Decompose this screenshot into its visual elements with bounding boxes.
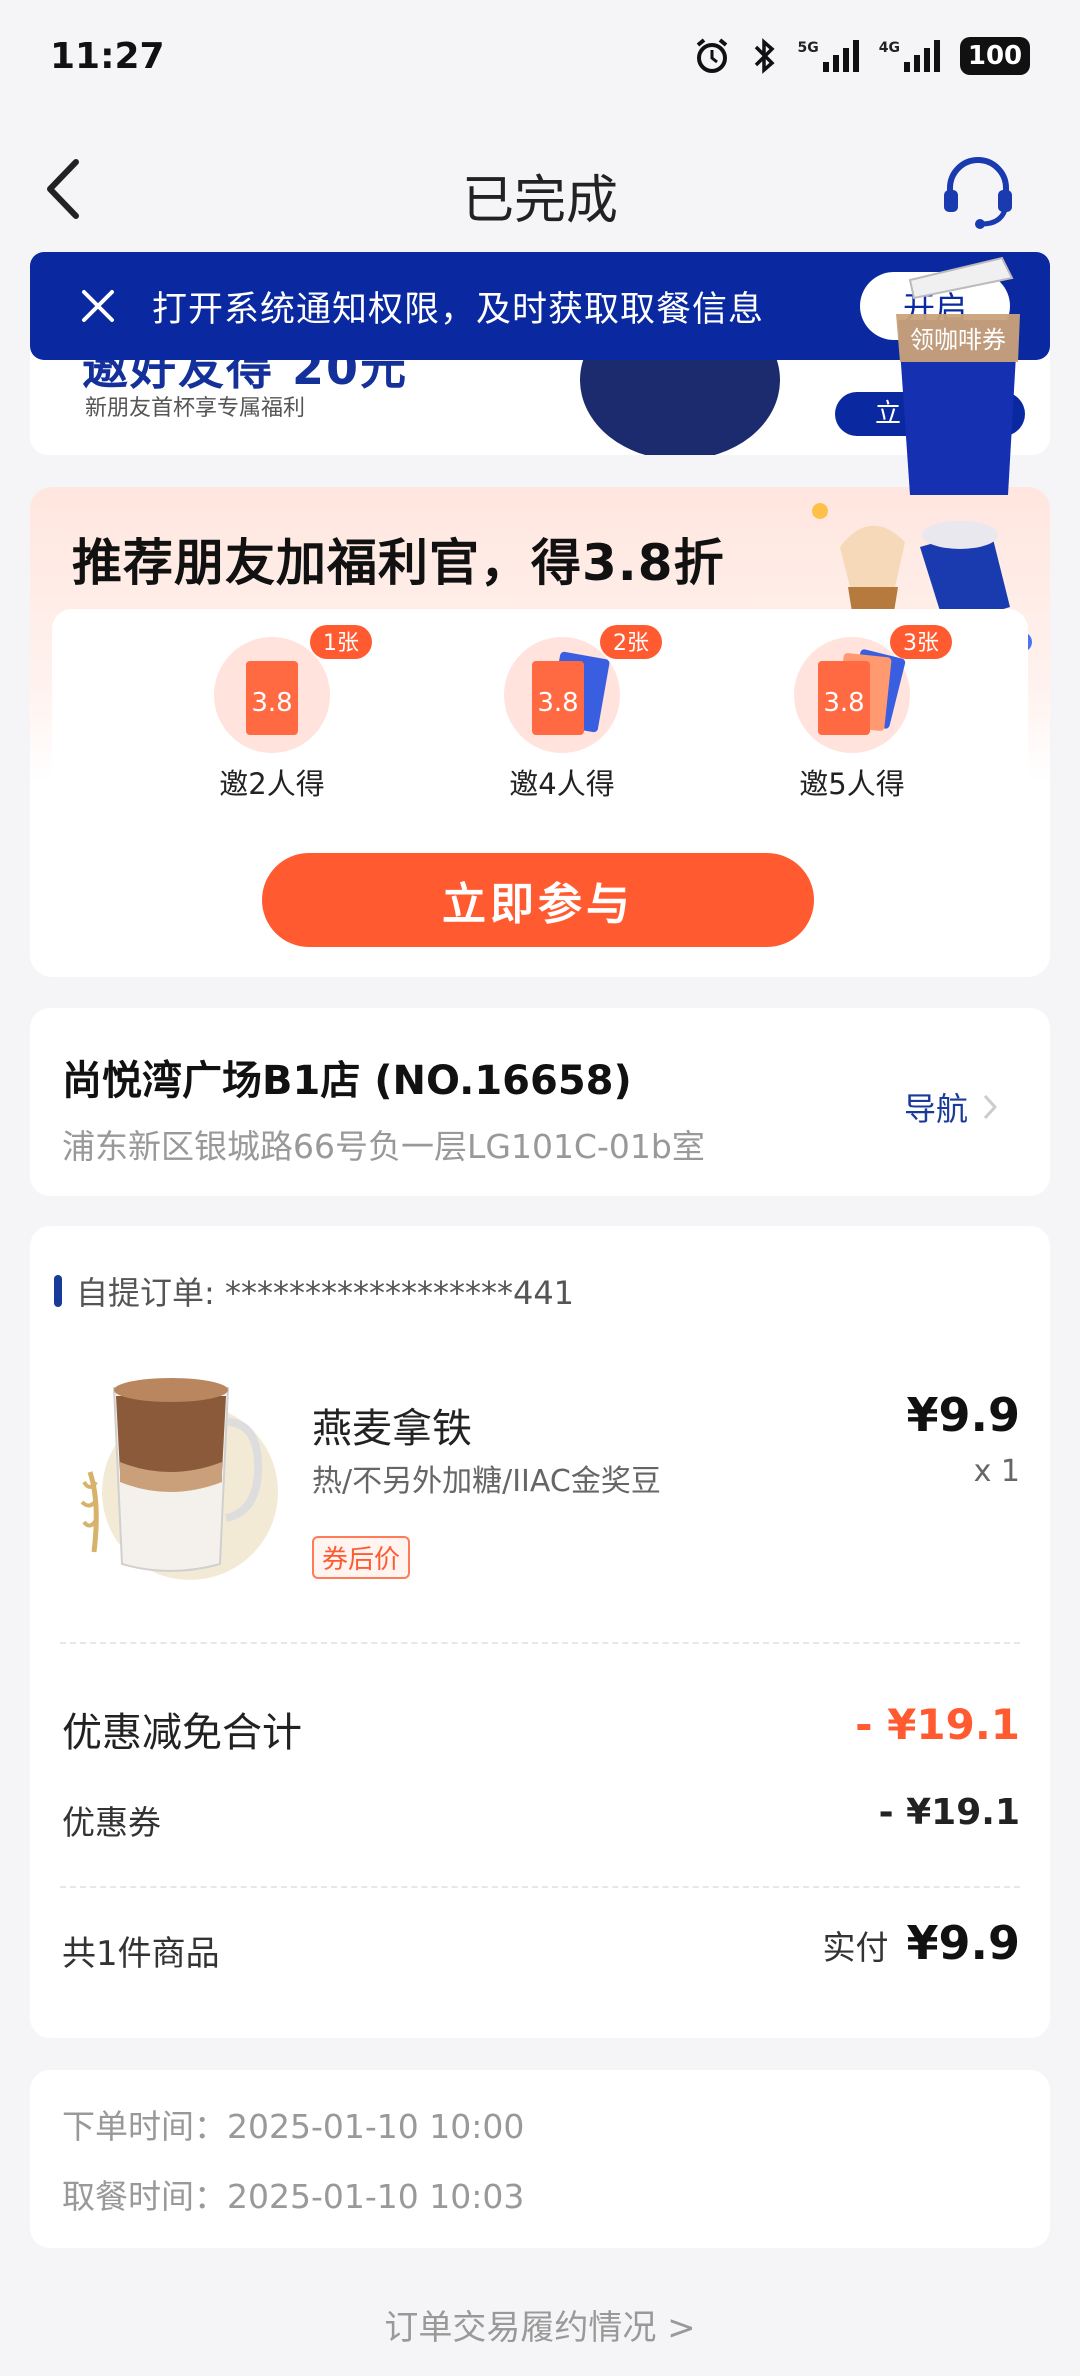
coupon-value: - ¥19.1 — [878, 1792, 1020, 1833]
navigate-link[interactable]: 导航 — [904, 1084, 998, 1130]
divider — [60, 1886, 1020, 1888]
close-icon[interactable] — [76, 284, 120, 328]
nav-bar: 已完成 — [0, 130, 1080, 250]
battery-indicator: 100 — [960, 37, 1030, 75]
order-card: 自提订单: ******************441 燕麦拿铁 热/不另外加糖… — [30, 1226, 1050, 2038]
product-name: 燕麦拿铁 — [312, 1406, 472, 1452]
paid-value: ¥9.9 — [906, 1916, 1021, 1970]
status-bar: 11:27 5G 4G 100 — [0, 0, 1080, 120]
order-times-card: 下单时间：2025-01-10 10:00 取餐时间：2025-01-10 10… — [30, 2070, 1050, 2248]
product-spec: 热/不另外加糖/IIAC金奖豆 — [312, 1464, 661, 1499]
ticket-icon: 3.8 1张 — [214, 625, 372, 753]
signal-4g: 4G — [879, 40, 940, 72]
navigate-label: 导航 — [903, 1090, 968, 1128]
coupon-label: 优惠券 — [62, 1803, 161, 1842]
oat-latte-product-image — [80, 1378, 278, 1580]
order-id-accent-bar — [54, 1275, 62, 1307]
join-now-button[interactable]: 立即参与 — [262, 853, 814, 947]
referral-tier-3: 3.8 3张 邀5人得 — [752, 623, 952, 803]
svg-text:3.8: 3.8 — [251, 688, 292, 718]
discount-total-label: 优惠减免合计 — [62, 1710, 302, 1756]
referral-card: 推荐朋友加福利官，得3.8折 3.8 1张 邀2人得 3.8 2张 邀4人得 3… — [30, 487, 1050, 977]
status-time: 11:27 — [50, 36, 165, 77]
notice-message: 打开系统通知权限，及时获取取餐信息 — [152, 289, 765, 330]
store-card: 尚悦湾广场B1店 (NO.16658) 浦东新区银城路66号负一层LG101C-… — [30, 1008, 1050, 1196]
paid-amount: 实付 ¥9.9 — [823, 1916, 1021, 1970]
order-id-row: 自提订单: ******************441 — [54, 1268, 574, 1314]
after-coupon-tag: 券后价 — [312, 1536, 411, 1579]
tier-label: 邀4人得 — [509, 767, 615, 801]
order-id: 自提订单: ******************441 — [76, 1274, 575, 1312]
product-quantity: x 1 — [973, 1454, 1020, 1489]
page-title: 已完成 — [461, 171, 618, 231]
ticket-icon: 3.8 3张 — [794, 625, 952, 753]
order-time: 下单时间：2025-01-10 10:00 — [62, 2107, 525, 2146]
discount-total-value: - ¥19.1 — [855, 1700, 1020, 1749]
order-fulfillment-link[interactable]: 订单交易履约情况 > — [0, 2300, 1080, 2349]
bluetooth-icon — [754, 38, 775, 74]
store-name: 尚悦湾广场B1店 (NO.16658) — [62, 1058, 632, 1104]
promo-subtitle: 新朋友首杯享专属福利 — [85, 396, 306, 421]
alarm-icon — [696, 38, 727, 73]
svg-text:3.8: 3.8 — [537, 688, 578, 718]
divider — [60, 1642, 1020, 1644]
customer-service-headset-icon[interactable] — [938, 150, 1018, 230]
svg-text:3张: 3张 — [903, 631, 939, 656]
ticket-icon: 3.8 2张 — [504, 625, 662, 753]
referral-tier-1: 3.8 1张 邀2人得 — [172, 623, 372, 803]
paid-label: 实付 — [822, 1928, 889, 1967]
status-icons: 5G 4G 100 — [692, 36, 1030, 76]
svg-text:2张: 2张 — [613, 631, 649, 656]
pickup-time: 取餐时间：2025-01-10 10:03 — [62, 2177, 525, 2216]
product-price: ¥9.9 — [906, 1388, 1021, 1442]
coffee-coupon-cup-icon[interactable]: 领咖啡券 — [892, 250, 1024, 495]
svg-text:1张: 1张 — [323, 631, 359, 656]
coupon-cup-label: 领咖啡券 — [910, 326, 1006, 354]
store-address: 浦东新区银城路66号负一层LG101C-01b室 — [62, 1127, 705, 1166]
tier-label: 邀5人得 — [799, 767, 905, 801]
referral-title: 推荐朋友加福利官，得3.8折 — [72, 534, 725, 592]
svg-text:3.8: 3.8 — [823, 688, 864, 718]
item-count-label: 共1件商品 — [62, 1934, 220, 1974]
referral-tier-2: 3.8 2张 邀4人得 — [462, 623, 662, 803]
chevron-right-icon — [983, 1094, 998, 1120]
signal-5g: 5G — [798, 40, 859, 72]
tier-label: 邀2人得 — [219, 767, 325, 801]
